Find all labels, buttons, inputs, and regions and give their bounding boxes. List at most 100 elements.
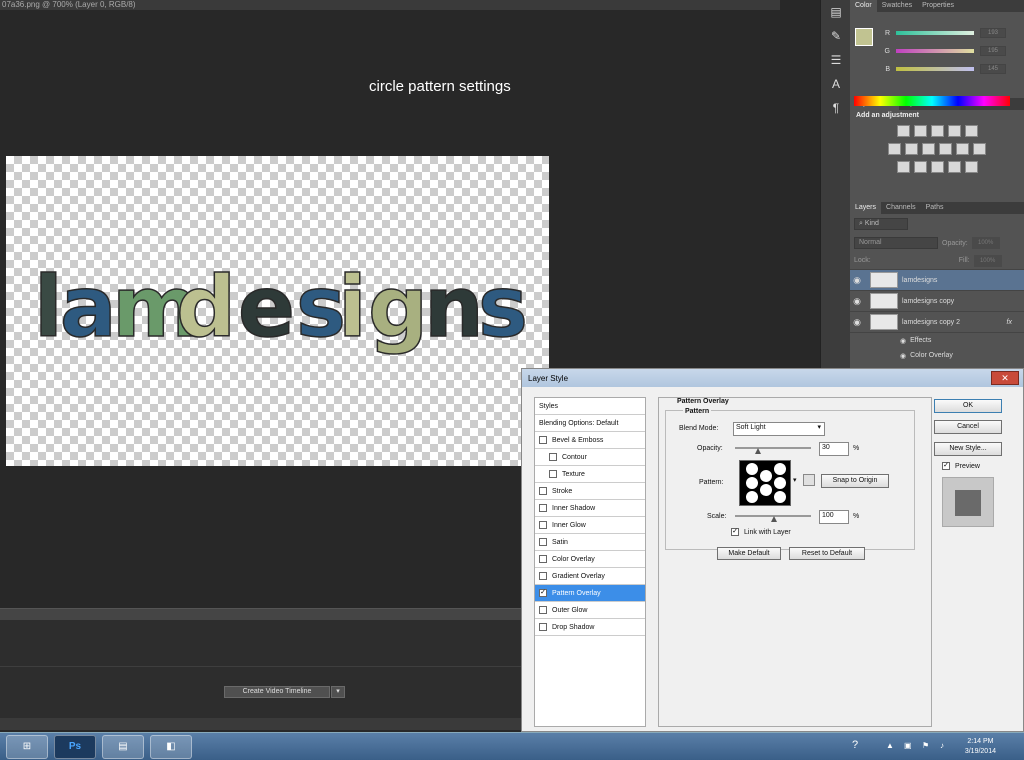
document-tab[interactable]: 07a36.png @ 700% (Layer 0, RGB/8) [0, 0, 780, 10]
brightness-icon[interactable] [896, 125, 910, 137]
scale-field[interactable]: 100 [819, 510, 849, 524]
photo-filter-icon[interactable] [939, 143, 952, 155]
timeline-dropdown-button[interactable]: ▾ [331, 686, 345, 698]
effect-item-row[interactable]: ◉ Color Overlay [850, 348, 1024, 363]
style-checkbox[interactable] [539, 538, 547, 546]
style-item-bevel-emboss[interactable]: Bevel & Emboss [535, 432, 645, 449]
layer-blend-select[interactable]: Normal [854, 237, 938, 249]
style-checkbox[interactable] [539, 436, 547, 444]
make-default-button[interactable]: Make Default [717, 547, 781, 560]
style-checkbox[interactable] [539, 572, 547, 580]
style-item-inner-shadow[interactable]: Inner Shadow [535, 500, 645, 517]
effects-row[interactable]: ◉ Effects [850, 333, 1024, 348]
tab-layers[interactable]: Layers [850, 202, 882, 214]
link-checkbox[interactable]: ✓ [731, 528, 739, 536]
style-item-color-overlay[interactable]: Color Overlay [535, 551, 645, 568]
tab-color[interactable]: Color [850, 0, 877, 12]
photoshop-taskbar-button[interactable]: Ps [54, 735, 96, 759]
close-icon[interactable]: ✕ [991, 371, 1019, 385]
curves-icon[interactable] [930, 125, 944, 137]
tools-icon[interactable]: ▤ [821, 0, 851, 24]
style-checkbox[interactable] [539, 504, 547, 512]
new-preset-icon[interactable] [803, 474, 815, 486]
dialog-titlebar[interactable]: Layer Style [522, 369, 1023, 387]
opacity-field[interactable]: 30 [819, 442, 849, 456]
paragraph-icon[interactable]: ¶ [821, 96, 851, 120]
style-item-gradient-overlay[interactable]: Gradient Overlay [535, 568, 645, 585]
invert-icon[interactable] [896, 161, 910, 173]
opacity-slider-track[interactable] [735, 447, 811, 449]
eye-icon[interactable]: ◉ [850, 296, 864, 307]
style-item-pattern-overlay[interactable]: ✓ Pattern Overlay [535, 585, 645, 602]
style-checkbox[interactable] [539, 555, 547, 563]
eye-icon[interactable]: ◉ [900, 352, 906, 360]
tab-swatches[interactable]: Swatches [877, 0, 917, 12]
slider-r[interactable]: R 193 [850, 24, 1024, 42]
levels-icon[interactable] [913, 125, 927, 137]
style-item-texture[interactable]: Texture [535, 466, 645, 483]
canvas[interactable]: lamdesigns [6, 156, 549, 466]
layer-row[interactable]: ◉ lamdesigns copy 2 fx [850, 312, 1024, 333]
style-checkbox[interactable]: ✓ [539, 589, 547, 597]
cancel-button[interactable]: Cancel [934, 420, 1002, 434]
style-checkbox[interactable] [539, 487, 547, 495]
eye-icon[interactable]: ◉ [850, 317, 864, 328]
color-lookup-icon[interactable] [973, 143, 986, 155]
blend-mode-select[interactable]: Soft Light ▾ [733, 422, 825, 436]
style-checkbox[interactable] [549, 453, 557, 461]
style-item-contour[interactable]: Contour [535, 449, 645, 466]
slider-r-track[interactable] [896, 31, 974, 35]
eye-icon[interactable]: ◉ [850, 275, 864, 286]
style-item-stroke[interactable]: Stroke [535, 483, 645, 500]
tab-paths[interactable]: Paths [921, 202, 949, 214]
slider-g-track[interactable] [896, 49, 974, 53]
hue-icon[interactable] [888, 143, 901, 155]
threshold-icon[interactable] [930, 161, 944, 173]
color-spectrum[interactable] [854, 96, 1010, 106]
layer-row[interactable]: ◉ lamdesigns copy [850, 291, 1024, 312]
slider-b-value[interactable]: 145 [980, 64, 1006, 74]
clock[interactable]: 2:14 PM 3/19/2014 [965, 737, 996, 757]
slider-g[interactable]: G 195 [850, 42, 1024, 60]
selective-color-icon[interactable] [964, 161, 978, 173]
color-balance-icon[interactable] [905, 143, 918, 155]
gradient-map-icon[interactable] [947, 161, 961, 173]
preview-checkbox[interactable]: ✓ [942, 462, 950, 470]
start-button[interactable]: ⊞ [6, 735, 48, 759]
tab-channels[interactable]: Channels [881, 202, 921, 214]
help-icon[interactable]: ? [852, 739, 858, 751]
slider-r-value[interactable]: 193 [980, 28, 1006, 38]
posterize-icon[interactable] [913, 161, 927, 173]
sliders-icon[interactable]: ☰ [821, 48, 851, 72]
opacity-slider-thumb[interactable] [754, 448, 761, 454]
style-item-inner-glow[interactable]: Inner Glow [535, 517, 645, 534]
exposure-icon[interactable] [947, 125, 961, 137]
flag-icon[interactable]: ⚑ [922, 741, 929, 750]
styles-header[interactable]: Styles [535, 398, 645, 415]
preview-toggle[interactable]: ✓ Preview [942, 462, 980, 470]
volume-icon[interactable]: ♪ [940, 741, 944, 750]
vibrance-icon[interactable] [964, 125, 978, 137]
bw-icon[interactable] [922, 143, 935, 155]
style-checkbox[interactable] [549, 470, 557, 478]
slider-g-value[interactable]: 195 [980, 46, 1006, 56]
slider-b[interactable]: B 145 [850, 60, 1024, 78]
snap-to-origin-button[interactable]: Snap to Origin [821, 474, 889, 488]
style-item-drop-shadow[interactable]: Drop Shadow [535, 619, 645, 636]
tab-properties[interactable]: Properties [917, 0, 959, 12]
style-checkbox[interactable] [539, 521, 547, 529]
layer-row[interactable]: ◉ lamdesigns [850, 270, 1024, 291]
network-icon[interactable]: ▣ [904, 741, 912, 750]
style-checkbox[interactable] [539, 606, 547, 614]
slider-b-track[interactable] [896, 67, 974, 71]
new-style-button[interactable]: New Style... [934, 442, 1002, 456]
scale-slider-thumb[interactable] [771, 516, 777, 522]
text-icon[interactable]: A [821, 72, 851, 96]
create-video-timeline-button[interactable]: Create Video Timeline [224, 686, 330, 698]
explorer-taskbar-button[interactable]: ▤ [102, 735, 144, 759]
style-item-satin[interactable]: Satin [535, 534, 645, 551]
style-item-outer-glow[interactable]: Outer Glow [535, 602, 645, 619]
brush-icon[interactable]: ✎ [821, 24, 851, 48]
link-with-layer[interactable]: ✓ Link with Layer [731, 528, 791, 536]
app-taskbar-button[interactable]: ◧ [150, 735, 192, 759]
